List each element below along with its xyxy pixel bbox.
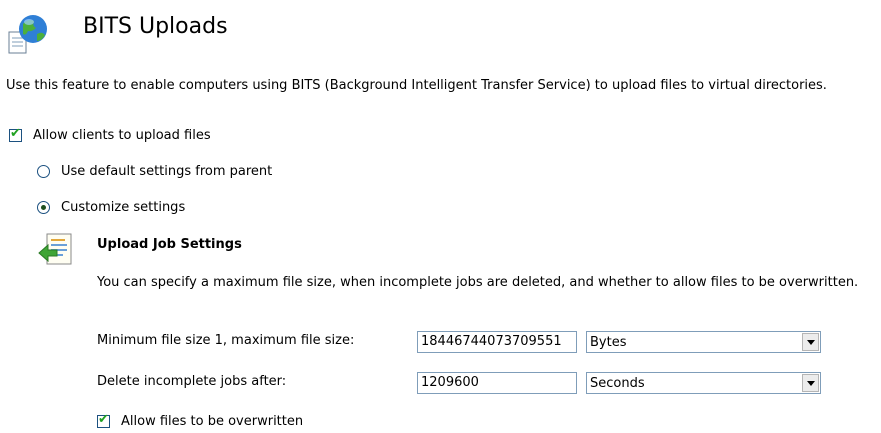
radio-default-label: Use default settings from parent [61, 164, 273, 179]
radio-customize-label: Customize settings [61, 200, 186, 215]
globe-document-icon [6, 12, 50, 56]
allow-upload-row[interactable]: ✔ Allow clients to upload files [9, 126, 211, 143]
page-title: BITS Uploads [83, 14, 228, 39]
radio-default-settings[interactable] [37, 165, 50, 178]
max-file-size-unit-value: Bytes [590, 334, 627, 350]
delete-jobs-unit-value: Seconds [590, 375, 645, 391]
dropdown-arrow-icon[interactable] [802, 374, 819, 392]
delete-jobs-label: Delete incomplete jobs after: [97, 374, 287, 389]
upload-document-icon [37, 232, 77, 272]
max-file-size-input[interactable]: 18446744073709551 [417, 331, 577, 353]
max-file-size-label: Minimum file size 1, maximum file size: [97, 333, 355, 348]
allow-overwrite-label: Allow files to be overwritten [121, 414, 304, 429]
allow-overwrite-checkbox[interactable]: ✔ [97, 412, 110, 428]
upload-job-settings-description: You can specify a maximum file size, whe… [97, 275, 859, 290]
radio-customize-row[interactable]: Customize settings [37, 200, 185, 215]
upload-job-settings-title: Upload Job Settings [97, 237, 242, 252]
allow-upload-label: Allow clients to upload files [33, 128, 211, 143]
radio-default-row[interactable]: Use default settings from parent [37, 164, 272, 179]
feature-description: Use this feature to enable computers usi… [6, 78, 827, 93]
radio-customize-settings[interactable] [37, 201, 50, 214]
checkmark-icon: ✔ [98, 412, 109, 427]
delete-jobs-input[interactable]: 1209600 [417, 372, 577, 394]
delete-jobs-unit-select[interactable]: Seconds [586, 372, 821, 394]
dropdown-arrow-icon[interactable] [802, 333, 819, 351]
allow-overwrite-row[interactable]: ✔ Allow files to be overwritten [97, 412, 304, 429]
max-file-size-unit-select[interactable]: Bytes [586, 331, 821, 353]
allow-upload-checkbox[interactable]: ✔ [9, 126, 22, 142]
checkmark-icon: ✔ [10, 126, 21, 141]
